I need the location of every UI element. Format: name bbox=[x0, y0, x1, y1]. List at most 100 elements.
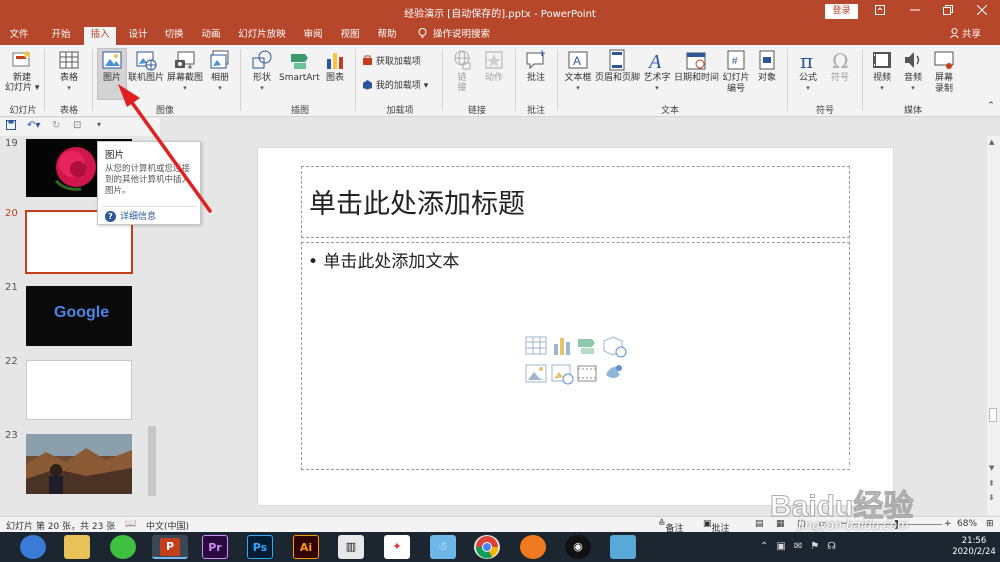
tab-review[interactable]: 审阅 bbox=[298, 27, 328, 45]
title-placeholder[interactable]: 单击此处添加标题 bbox=[301, 166, 850, 238]
slide-number: 23 bbox=[5, 430, 18, 441]
wordart-button[interactable]: A 艺术字 ▾ bbox=[642, 49, 672, 92]
content-insert-icons bbox=[525, 336, 627, 385]
shapes-button[interactable]: 形状 ▾ bbox=[248, 49, 276, 92]
powerpoint-app-icon[interactable]: P bbox=[152, 535, 188, 559]
chrome-icon[interactable] bbox=[474, 535, 500, 559]
slide-thumbnail-21[interactable]: Google bbox=[26, 286, 132, 346]
tooltip-description: 从您的计算机或您连接到的其他计算机中插入图片。 bbox=[105, 164, 191, 196]
notes-button[interactable]: ≙ 备注 bbox=[658, 519, 684, 534]
start-slideshow-icon[interactable]: ⊡ bbox=[73, 120, 81, 131]
link-icon bbox=[454, 50, 471, 70]
powerpoint-glyph: P bbox=[160, 538, 180, 556]
tab-insert[interactable]: 插入 bbox=[84, 27, 116, 45]
video-button[interactable]: 视频 ▾ bbox=[868, 49, 896, 92]
svg-text:Ω: Ω bbox=[832, 49, 849, 71]
thumbnails-scrollbar[interactable] bbox=[148, 426, 156, 496]
group-separator bbox=[44, 49, 45, 111]
shapes-icon bbox=[252, 50, 272, 69]
header-footer-button[interactable]: 页眉和页脚 bbox=[595, 49, 640, 84]
scroll-thumb[interactable] bbox=[989, 408, 997, 422]
collapse-ribbon-icon[interactable]: ⌃ bbox=[985, 101, 997, 112]
redo-icon[interactable]: ↻ bbox=[52, 120, 60, 131]
ribbon-display-options-icon[interactable] bbox=[870, 3, 890, 21]
tab-transitions[interactable]: 切换 bbox=[159, 27, 189, 45]
video-editor-icon[interactable]: ▥ bbox=[338, 535, 364, 559]
content-placeholder[interactable]: • 单击此处添加文本 bbox=[301, 242, 850, 470]
equation-button[interactable]: π 公式 ▾ bbox=[794, 49, 822, 92]
tab-file[interactable]: 文件 bbox=[4, 27, 34, 45]
comment-icon bbox=[526, 50, 545, 70]
snowman-app-icon[interactable]: ☃ bbox=[430, 535, 456, 559]
get-addins-button[interactable]: 获取加载项 bbox=[362, 54, 421, 70]
insert-online-picture-icon[interactable] bbox=[551, 364, 574, 385]
audio-button[interactable]: 音频 ▾ bbox=[899, 49, 927, 92]
share-button[interactable]: 共享 bbox=[950, 27, 981, 45]
save-icon[interactable] bbox=[6, 120, 16, 133]
tooltip-more-info-link[interactable]: ? 详细信息 bbox=[105, 209, 156, 222]
blue-app-icon[interactable] bbox=[610, 535, 636, 559]
slide-thumbnail-23[interactable] bbox=[26, 434, 132, 494]
tab-animations[interactable]: 动画 bbox=[196, 27, 226, 45]
my-addins-button[interactable]: 我的加载项 ▾ bbox=[362, 78, 428, 94]
slide-number-button[interactable]: # 幻灯片 编号 bbox=[720, 49, 752, 95]
picture-button[interactable]: 图片 bbox=[97, 49, 127, 84]
table-button[interactable]: 表格 ▾ bbox=[52, 49, 86, 92]
textbox-button[interactable]: A 文本框 ▾ bbox=[563, 49, 593, 92]
photoshop-icon[interactable]: Ps bbox=[247, 535, 273, 559]
online-pictures-button[interactable]: 联机图片 bbox=[128, 49, 164, 84]
orange-app-icon[interactable] bbox=[520, 535, 546, 559]
language-indicator[interactable]: 中文(中国) bbox=[146, 519, 189, 532]
scroll-up-icon[interactable]: ▲ bbox=[989, 138, 994, 146]
insert-table-icon[interactable] bbox=[525, 336, 547, 355]
photo-album-label: 相册 bbox=[210, 73, 229, 83]
chevron-down-icon: ▾ bbox=[880, 84, 884, 92]
undo-icon[interactable]: ↶▾ bbox=[27, 120, 40, 131]
screen-recording-button[interactable]: 屏幕 录制 bbox=[930, 49, 958, 95]
tab-design[interactable]: 设计 bbox=[123, 27, 153, 45]
slide-thumbnail-22[interactable] bbox=[26, 360, 132, 420]
get-addins-label: 获取加载项 bbox=[375, 57, 421, 67]
spell-check-icon[interactable]: 📖 bbox=[125, 519, 136, 529]
new-slide-button[interactable]: 新建 幻灯片 ▾ bbox=[5, 49, 39, 93]
tab-home[interactable]: 开始 bbox=[46, 27, 76, 45]
tab-slideshow[interactable]: 幻灯片放映 bbox=[236, 27, 288, 45]
tell-me-search[interactable]: 操作说明搜索 bbox=[418, 27, 490, 45]
insert-smartart-icon[interactable] bbox=[578, 339, 595, 354]
minimize-icon[interactable] bbox=[905, 3, 925, 21]
textbox-icon: A bbox=[568, 51, 588, 69]
insert-icons-icon[interactable] bbox=[606, 365, 622, 378]
insert-chart-icon[interactable] bbox=[554, 338, 570, 355]
wechat-icon[interactable] bbox=[110, 535, 136, 559]
screenshot-button[interactable]: 屏幕截图 ▾ bbox=[165, 49, 205, 92]
insert-3d-model-icon[interactable] bbox=[603, 336, 627, 358]
symbol-button[interactable]: Ω 符号 bbox=[826, 49, 854, 84]
insert-video-icon[interactable] bbox=[577, 365, 597, 382]
restore-icon[interactable] bbox=[938, 3, 958, 21]
premiere-icon[interactable]: Pr bbox=[202, 535, 228, 559]
login-button[interactable]: 登录 bbox=[825, 4, 858, 19]
close-icon[interactable] bbox=[972, 3, 992, 21]
comment-button[interactable]: 批注 bbox=[522, 49, 550, 84]
insert-picture-icon[interactable] bbox=[525, 364, 547, 383]
action-button[interactable]: 动作 bbox=[480, 49, 508, 84]
object-button[interactable]: 对象 bbox=[754, 49, 780, 84]
smartart-button[interactable]: SmartArt bbox=[279, 49, 320, 84]
current-slide[interactable]: 单击此处添加标题 • 单击此处添加文本 bbox=[258, 148, 893, 505]
browser-app-icon[interactable] bbox=[20, 535, 46, 559]
qq-icon[interactable]: ◉ bbox=[565, 535, 591, 559]
tab-view[interactable]: 视图 bbox=[335, 27, 365, 45]
comments-button[interactable]: ▣ 批注 bbox=[703, 519, 730, 534]
chart-button[interactable]: 图表 bbox=[322, 49, 348, 84]
photo-album-icon bbox=[210, 50, 229, 69]
group-separator bbox=[240, 49, 241, 111]
link-button[interactable]: 链接 bbox=[448, 49, 476, 93]
date-time-button[interactable]: 日期和时间 bbox=[674, 49, 719, 84]
tab-help[interactable]: 帮助 bbox=[372, 27, 402, 45]
photo-album-button[interactable]: 相册 ▾ bbox=[207, 49, 233, 92]
file-explorer-icon[interactable] bbox=[64, 535, 90, 559]
red-app-icon[interactable]: ✦ bbox=[384, 535, 410, 559]
audio-label: 音频 bbox=[903, 73, 922, 83]
customize-qat-icon[interactable]: ▾ bbox=[97, 120, 101, 129]
illustrator-icon[interactable]: Ai bbox=[293, 535, 319, 559]
